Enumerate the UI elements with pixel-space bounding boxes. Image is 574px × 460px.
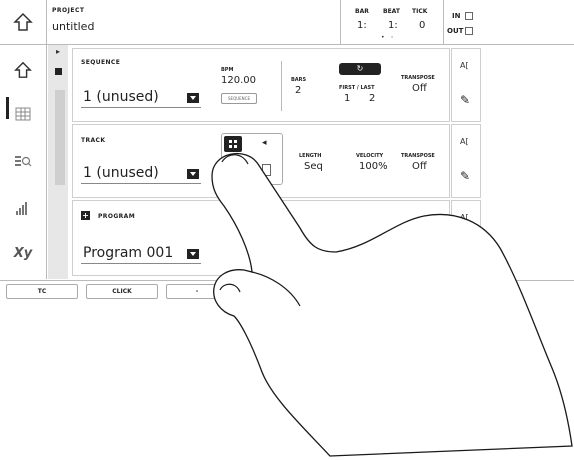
- hand-illustration: [211, 153, 573, 457]
- hand-outline: [211, 153, 573, 457]
